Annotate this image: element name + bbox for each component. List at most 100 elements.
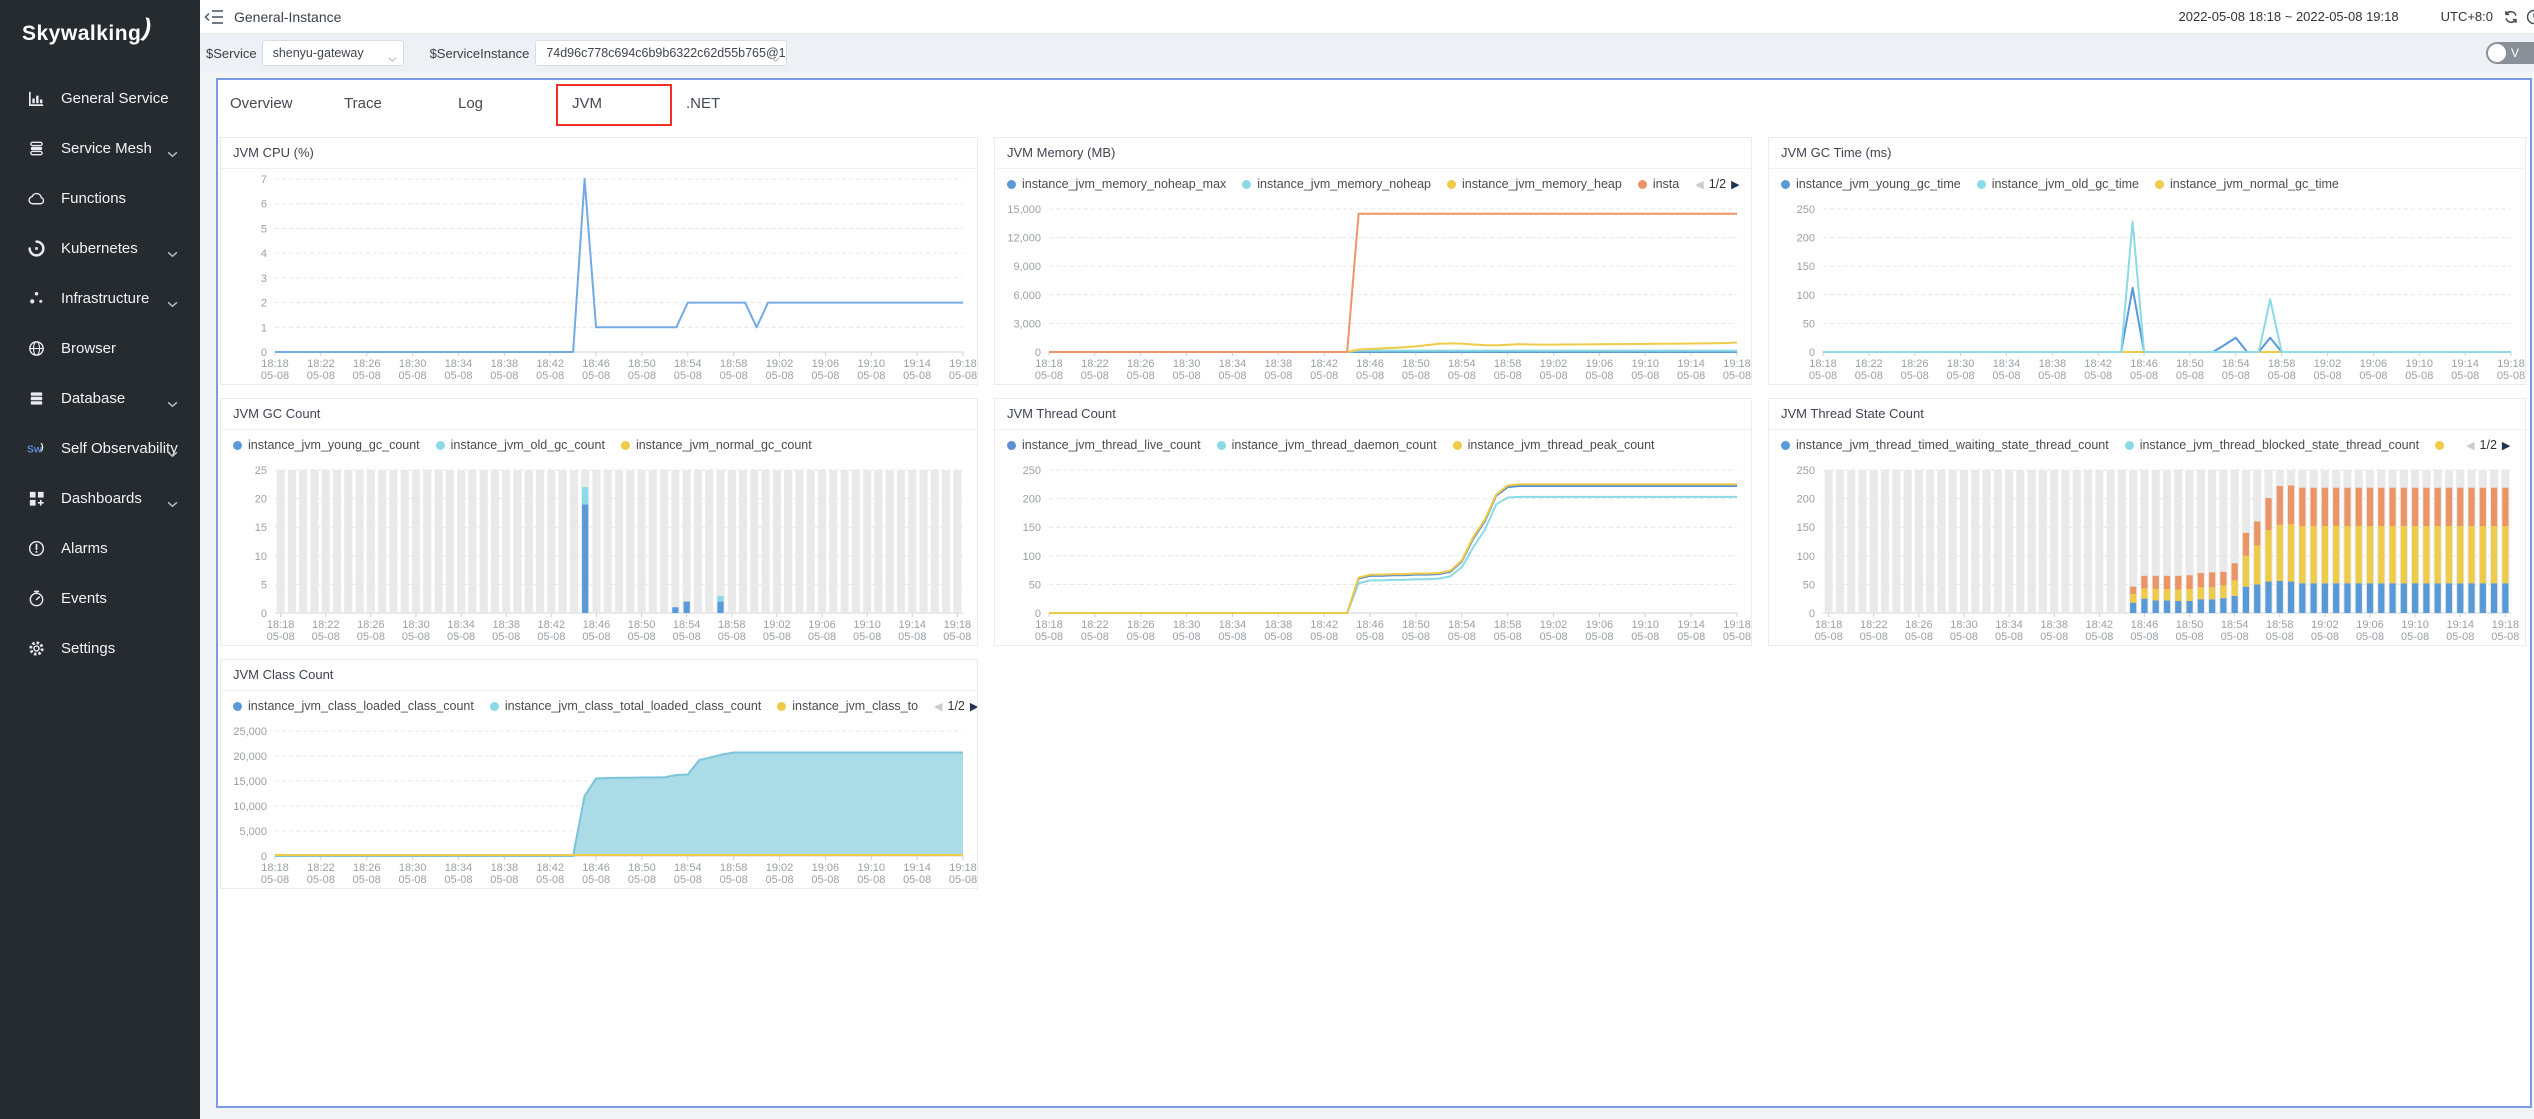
svg-text:18:46: 18:46 xyxy=(582,358,610,370)
legend-item[interactable]: instance_jvm_class_loaded_class_count xyxy=(233,699,474,713)
chart-plot-jvm-cpu[interactable]: 0123456718:1805-0818:2205-0818:2605-0818… xyxy=(221,169,977,384)
service-select[interactable]: shenyu-gateway xyxy=(262,40,404,66)
sidebar-item-dashboards[interactable]: Dashboards xyxy=(0,473,200,523)
svg-text:18:26: 18:26 xyxy=(1901,358,1929,370)
sidebar-item-service-mesh[interactable]: Service Mesh xyxy=(0,123,200,173)
svg-text:19:14: 19:14 xyxy=(2446,619,2474,631)
svg-text:18:54: 18:54 xyxy=(2222,358,2250,370)
sidebar-item-kubernetes[interactable]: Kubernetes xyxy=(0,223,200,273)
legend-item[interactable]: instance_jvm_young_gc_count xyxy=(233,438,420,452)
legend-next-icon[interactable]: ▶ xyxy=(970,700,977,713)
svg-text:19:10: 19:10 xyxy=(853,619,881,631)
svg-text:18:18: 18:18 xyxy=(267,619,295,631)
svg-text:19:18: 19:18 xyxy=(949,862,977,874)
legend-item[interactable]: insta xyxy=(1638,177,1679,191)
sidebar-item-functions[interactable]: Functions xyxy=(0,173,200,223)
legend-item[interactable]: instance_jvm_class_total_loaded_class_co… xyxy=(490,699,761,713)
sidebar-item-self-observability[interactable]: Sw)Self Observability xyxy=(0,423,200,473)
legend-prev-icon[interactable]: ◀ xyxy=(934,700,942,713)
legend-item[interactable]: instance_jvm_old_gc_count xyxy=(436,438,605,452)
legend-item[interactable]: instance_jvm_thread_blocked_state_thread… xyxy=(2125,438,2419,452)
legend-item[interactable]: instance_jvm_old_gc_time xyxy=(1977,177,2139,191)
chart-card-jvm-gc-time: JVM GC Time (ms) instance_jvm_young_gc_t… xyxy=(1768,137,2526,385)
sidebar-item-events[interactable]: Events xyxy=(0,573,200,623)
svg-text:19:18: 19:18 xyxy=(2492,619,2520,631)
svg-text:05-08: 05-08 xyxy=(949,874,977,886)
legend-next-icon[interactable]: ▶ xyxy=(2502,439,2510,452)
tab-trace[interactable]: Trace xyxy=(344,95,458,112)
tab-overview[interactable]: Overview xyxy=(230,95,344,112)
chart-plot-jvm-class-count[interactable]: 05,00010,00015,00020,00025,00018:1805-08… xyxy=(221,721,977,888)
chart-plot-jvm-gc-time[interactable]: 05010015020025018:1805-0818:2205-0818:26… xyxy=(1769,199,2525,384)
svg-text:18:26: 18:26 xyxy=(357,619,385,631)
app-logo[interactable]: Skywalking) xyxy=(0,0,200,47)
tab-jvm[interactable]: JVM xyxy=(572,95,686,112)
timezone-selector[interactable]: UTC+8:0 xyxy=(2441,9,2493,24)
service-instance-select[interactable]: 74d96c778c694c6b9b6322c62d55b765@192.168 xyxy=(535,40,787,66)
svg-text:05-08: 05-08 xyxy=(1809,370,1837,382)
legend-item[interactable]: instance_jvm_thread_daemon_count xyxy=(1217,438,1437,452)
legend-item[interactable]: instance_jvm_thread_timed_waiting_state_… xyxy=(1781,438,2109,452)
svg-text:05-08: 05-08 xyxy=(2038,370,2066,382)
legend-label: instance_jvm_thread_peak_count xyxy=(1468,438,1655,452)
legend-prev-icon[interactable]: ◀ xyxy=(1695,178,1703,191)
legend-item[interactable]: instance_jvm_memory_heap xyxy=(1447,177,1622,191)
svg-text:5,000: 5,000 xyxy=(239,826,267,838)
sidebar-item-alarms[interactable]: Alarms xyxy=(0,523,200,573)
logo-crescent-icon: ) xyxy=(140,14,155,44)
chart-plot-jvm-thread-count[interactable]: 05010015020025018:1805-0818:2205-0818:26… xyxy=(995,460,1751,645)
svg-text:05-08: 05-08 xyxy=(2311,631,2339,643)
svg-text:05-08: 05-08 xyxy=(1356,631,1384,643)
chevron-down-icon xyxy=(167,445,178,452)
legend-dot-icon xyxy=(621,441,630,450)
legend-item[interactable] xyxy=(2435,441,2450,450)
legend-item[interactable]: instance_jvm_memory_noheap xyxy=(1242,177,1431,191)
svg-text:18:54: 18:54 xyxy=(1448,358,1476,370)
svg-text:18:54: 18:54 xyxy=(1448,619,1476,631)
collapse-sidebar-icon[interactable] xyxy=(204,8,224,26)
sidebar-item-browser[interactable]: Browser xyxy=(0,323,200,373)
sidebar-item-settings[interactable]: Settings xyxy=(0,623,200,673)
legend-item[interactable]: instance_jvm_thread_live_count xyxy=(1007,438,1201,452)
view-toggle[interactable]: V xyxy=(2486,42,2534,64)
chart-plot-jvm-gc-count[interactable]: 051015202518:1805-0818:2205-0818:2605-08… xyxy=(221,460,977,645)
legend-dot-icon xyxy=(1453,441,1462,450)
legend-item[interactable]: instance_jvm_young_gc_time xyxy=(1781,177,1961,191)
svg-text:05-08: 05-08 xyxy=(307,370,335,382)
svg-text:19:06: 19:06 xyxy=(812,358,840,370)
clock-icon[interactable] xyxy=(2525,8,2534,26)
sidebar-item-general-service[interactable]: General Service xyxy=(0,73,200,123)
tab-log[interactable]: Log xyxy=(458,95,572,112)
svg-text:05-08: 05-08 xyxy=(1402,631,1430,643)
chart-plot-jvm-memory[interactable]: 03,0006,0009,00012,00015,00018:1805-0818… xyxy=(995,199,1751,384)
legend-item[interactable]: instance_jvm_class_to xyxy=(777,699,918,713)
refresh-icon[interactable] xyxy=(2502,8,2520,26)
svg-text:05-08: 05-08 xyxy=(357,631,385,643)
tab-label: Log xyxy=(458,95,483,112)
sidebar-item-label: Dashboards xyxy=(61,490,142,507)
time-range-picker[interactable]: 2022-05-08 18:18 ~ 2022-05-08 19:18 xyxy=(2179,9,2399,24)
svg-text:18:18: 18:18 xyxy=(261,358,289,370)
sidebar-item-database[interactable]: Database xyxy=(0,373,200,423)
legend-label: instance_jvm_thread_live_count xyxy=(1022,438,1201,452)
svg-text:19:14: 19:14 xyxy=(898,619,926,631)
svg-text:18:42: 18:42 xyxy=(1310,358,1338,370)
legend-item[interactable]: instance_jvm_thread_peak_count xyxy=(1453,438,1655,452)
svg-text:18:30: 18:30 xyxy=(1950,619,1978,631)
svg-text:05-08: 05-08 xyxy=(853,631,881,643)
legend-next-icon[interactable]: ▶ xyxy=(1731,178,1739,191)
legend-pager: ◀1/2▶ xyxy=(2466,438,2510,452)
svg-text:05-08: 05-08 xyxy=(582,370,610,382)
chart-plot-jvm-thread-state-count[interactable]: 05010015020025018:1805-0818:2205-0818:26… xyxy=(1769,460,2525,645)
legend-item[interactable]: instance_jvm_normal_gc_time xyxy=(2155,177,2339,191)
svg-text:05-08: 05-08 xyxy=(1539,631,1567,643)
legend-dot-icon xyxy=(1977,180,1986,189)
legend-item[interactable]: instance_jvm_normal_gc_count xyxy=(621,438,812,452)
sidebar-item-label: General Service xyxy=(61,90,169,107)
sidebar-item-infrastructure[interactable]: Infrastructure xyxy=(0,273,200,323)
legend-item[interactable]: instance_jvm_memory_noheap_max xyxy=(1007,177,1226,191)
svg-text:05-08: 05-08 xyxy=(1448,631,1476,643)
tab-net[interactable]: .NET xyxy=(686,95,800,112)
svg-text:19:06: 19:06 xyxy=(1586,358,1614,370)
legend-prev-icon[interactable]: ◀ xyxy=(2466,439,2474,452)
